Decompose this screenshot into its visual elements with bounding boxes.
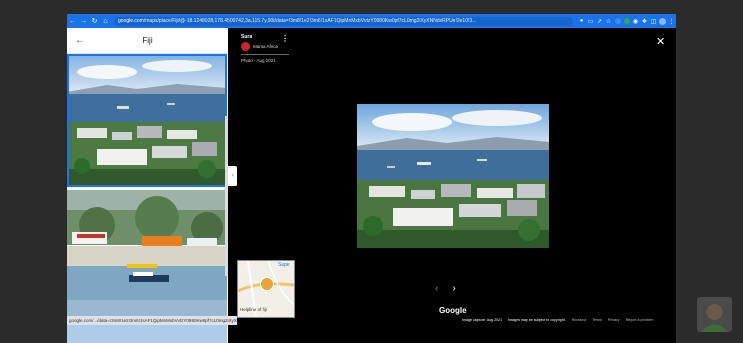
browser-window: ← → ↻ ⌂ google.com/maps/place/Fiji/@-18.…	[67, 14, 676, 343]
address-bar[interactable]: google.com/maps/place/Fiji/@-18.1248028,…	[114, 16, 573, 26]
back-arrow-icon[interactable]: ←	[67, 14, 78, 28]
share-icon[interactable]: ↗	[595, 14, 604, 28]
url-path: /maps/place/Fiji/@-18.1248028,178.450074…	[143, 18, 477, 24]
browser-menu-icon[interactable]: ⋮	[667, 14, 676, 28]
profile-avatar-icon[interactable]	[658, 14, 667, 28]
sidebar-icon[interactable]: ◫	[649, 14, 658, 28]
footer-link-privacy[interactable]: Privacy	[608, 318, 620, 322]
next-photo-icon[interactable]: ›	[452, 283, 455, 294]
author-subtitle: Mama Africa	[253, 44, 279, 49]
photos-side-panel: ← Fiji	[67, 28, 228, 343]
chevron-left-icon: ‹	[232, 173, 234, 179]
extension-green-icon[interactable]	[622, 14, 631, 28]
photo-date: Photo - Aug 2021	[241, 58, 276, 63]
puzzle-extensions-icon[interactable]: ❖	[640, 14, 649, 28]
more-options-icon[interactable]: ⋮	[281, 34, 289, 43]
place-title: Fiji	[142, 36, 153, 45]
footer-link-report[interactable]: Report a problem	[626, 318, 654, 322]
close-icon[interactable]: ✕	[656, 35, 665, 48]
panel-header: ← Fiji	[67, 28, 228, 54]
forward-arrow-icon[interactable]: →	[78, 14, 89, 28]
map-label: Supe	[278, 262, 290, 268]
image-capture-date: Image capture: Aug 2021	[462, 318, 503, 322]
map-place-label: Helpline of fiji	[240, 307, 267, 312]
footer-link-terms[interactable]: Terms	[592, 318, 602, 322]
main-photo[interactable]	[357, 104, 549, 248]
google-logo: Google	[439, 306, 467, 315]
divider	[241, 54, 289, 55]
screen: ← → ↻ ⌂ google.com/maps/place/Fiji/@-18.…	[0, 0, 743, 343]
photo-viewer: Sura Mama Africa Photo - Aug 2021 ⋮ ✕ ‹ …	[237, 28, 676, 343]
panel-scrollbar[interactable]	[225, 116, 228, 276]
back-arrow-icon[interactable]: ←	[75, 35, 85, 46]
location-pin-icon	[260, 277, 274, 291]
reload-icon[interactable]: ↻	[89, 14, 100, 28]
bookmark-star-icon[interactable]: ☆	[604, 14, 613, 28]
extension-blue-icon[interactable]	[613, 14, 622, 28]
photo-thumbnail[interactable]	[67, 190, 227, 321]
webcam-overlay	[697, 297, 732, 332]
mini-map[interactable]: Supe Helpline of fiji	[237, 260, 295, 318]
previous-photo-icon[interactable]: ‹	[435, 283, 438, 294]
photo-thumbnail[interactable]	[67, 322, 227, 343]
extension-camera-icon[interactable]: ◉	[631, 14, 640, 28]
browser-toolbar: ← → ↻ ⌂ google.com/maps/place/Fiji/@-18.…	[67, 14, 676, 28]
copyright-notice: Images may be subject to copyright.	[508, 318, 566, 322]
photo-thumbnail[interactable]	[67, 54, 227, 187]
footer-link-region[interactable]: Romania	[572, 318, 586, 322]
screen-cast-icon[interactable]: ▭	[586, 14, 595, 28]
viewer-footer: Image capture: Aug 2021 Images may be su…	[462, 318, 653, 322]
location-pin-icon[interactable]: ●	[577, 14, 586, 28]
home-icon[interactable]: ⌂	[100, 14, 111, 28]
url-host: google.com	[118, 18, 144, 24]
avatar[interactable]	[241, 42, 250, 51]
